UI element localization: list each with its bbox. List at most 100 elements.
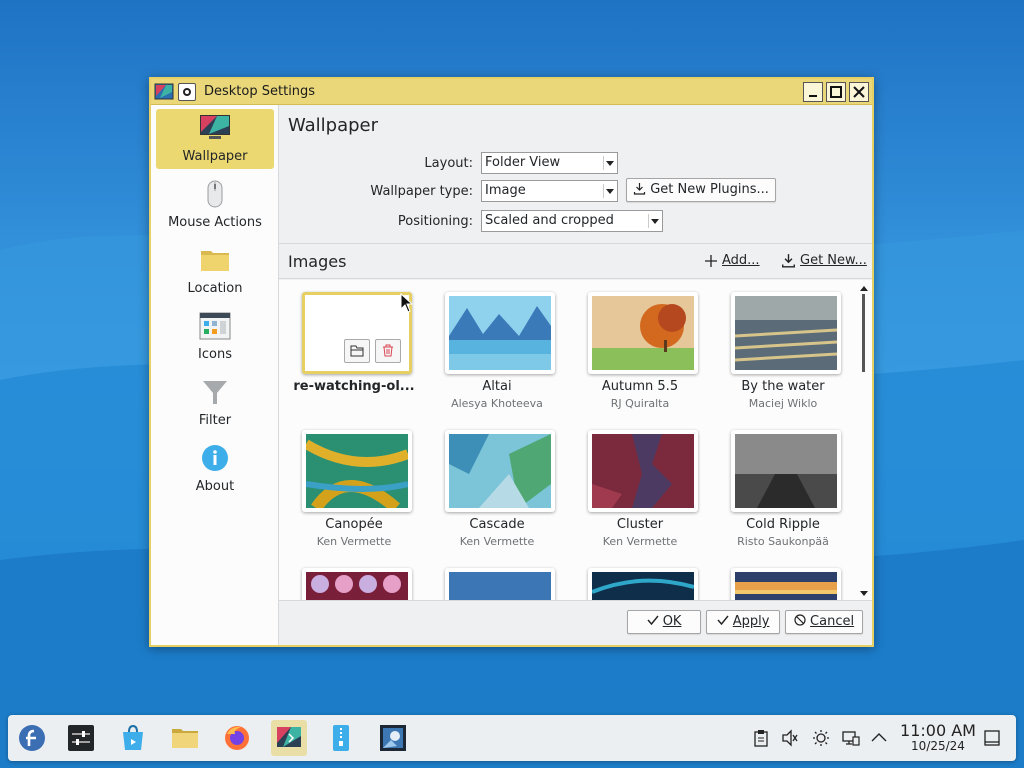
wallpaper-thumbnail[interactable] [731,568,841,600]
wallpaper-item[interactable] [432,564,562,600]
desktop-settings-window: Desktop Settings Wallpaper Mouse Actions… [149,77,874,647]
get-new-plugins-label: Get New Plugins... [650,182,769,197]
wallpaper-name: Cold Ripple [746,517,820,532]
sidebar-item-label: Icons [198,347,232,362]
checkmark-icon [717,615,729,626]
positioning-combo[interactable]: Scaled and cropped [481,210,663,232]
scroll-down-icon[interactable] [860,591,868,596]
chevron-down-icon [603,184,615,198]
folder-icon [201,251,229,271]
scroll-thumb[interactable] [862,294,865,372]
wallpaper-image [592,434,694,508]
wallpaper-item[interactable]: Cascade Ken Vermette [432,426,562,562]
clock-time[interactable]: 11:00 AM [898,721,978,740]
wallpaper-thumbnail[interactable] [731,430,841,512]
wallpaper-thumbnail[interactable] [588,292,698,374]
wallpaper-image [592,296,694,370]
network-icon[interactable] [842,729,860,747]
filter-icon [203,381,227,404]
sidebar-item-about[interactable]: About [156,439,274,499]
wallpaper-item[interactable] [575,564,705,600]
wallpaper-thumbnail[interactable] [445,430,555,512]
wallpaper-item[interactable]: Autumn 5.5 RJ Quiralta [575,288,705,424]
sidebar-item-label: Mouse Actions [168,215,262,230]
wallpaper-thumbnail[interactable] [731,292,841,374]
file-manager-icon[interactable] [167,720,203,756]
archive-icon[interactable] [323,720,359,756]
screenshot-icon[interactable] [375,720,411,756]
wallpaper-thumbnail[interactable] [445,292,555,374]
sidebar-item-filter[interactable]: Filter [156,373,274,433]
wallpaper-image [449,572,551,600]
wallpaper-thumbnail[interactable] [302,568,412,600]
wallpaper-thumbnail[interactable] [588,568,698,600]
dialog-footer: OK Apply Cancel [279,600,872,645]
maximize-button[interactable] [826,82,846,102]
wallpaper-grid: re-watching-ol... Altai Alesya Khoteeva [279,280,872,600]
wallpaper-thumbnail[interactable] [445,568,555,600]
wallpaper-type-value: Image [485,183,526,198]
tray-expand-icon[interactable] [870,729,888,747]
show-desktop-icon[interactable] [983,729,1001,747]
wallpaper-item[interactable]: Cold Ripple Risto Saukonpää [718,426,848,562]
pin-icon[interactable] [178,82,196,101]
wallpaper-author: Ken Vermette [602,535,678,548]
layout-combo[interactable]: Folder View [481,152,618,174]
cancel-button[interactable]: Cancel [785,610,863,634]
desktop-settings-icon[interactable] [271,720,307,756]
fedora-launcher-icon[interactable] [14,720,50,756]
sidebar-item-mouse-actions[interactable]: Mouse Actions [156,175,274,235]
minimize-button[interactable] [803,82,823,102]
wallpaper-author: Maciej Wiklo [748,397,818,410]
chevron-down-icon [603,156,615,170]
brightness-icon[interactable] [812,729,830,747]
grid-scrollbar[interactable] [857,280,872,600]
firefox-icon[interactable] [219,720,255,756]
get-new-wallpapers-button[interactable]: Get New... [781,253,867,268]
minimize-icon [809,95,817,97]
title-bar[interactable]: Desktop Settings [151,79,872,105]
clipboard-icon[interactable] [752,729,770,747]
wallpaper-item[interactable] [289,564,419,600]
wallpaper-type-combo[interactable]: Image [481,180,618,202]
wallpaper-image [449,434,551,508]
sidebar: Wallpaper Mouse Actions Location Icons F… [151,105,279,645]
apply-button[interactable]: Apply [706,610,780,634]
sidebar-item-location[interactable]: Location [156,241,274,301]
wallpaper-author: Ken Vermette [316,535,392,548]
sidebar-item-icons[interactable]: Icons [156,307,274,367]
layout-label: Layout: [424,156,473,171]
wallpaper-item[interactable]: Canopée Ken Vermette [289,426,419,562]
discover-icon[interactable] [115,720,151,756]
volume-muted-icon[interactable] [781,729,799,747]
get-new-plugins-button[interactable]: Get New Plugins... [626,178,776,202]
app-icon [154,83,174,99]
wallpaper-thumbnail[interactable] [302,430,412,512]
wallpaper-item[interactable]: Cluster Ken Vermette [575,426,705,562]
wallpaper-item[interactable]: By the water Maciej Wiklo [718,288,848,424]
mouse-icon [207,180,223,208]
wallpaper-thumbnail[interactable] [302,292,412,374]
plus-icon [705,254,717,267]
scroll-up-icon[interactable] [860,286,868,291]
apply-label: Apply [732,614,770,629]
open-folder-button[interactable] [344,339,370,363]
close-icon [853,86,865,98]
add-image-button[interactable]: Add... [704,253,760,268]
taskbar: 11:00 AM 10/25/24 [8,715,1016,761]
images-header: Images Add... Get New... [279,243,872,279]
ok-label: OK [662,614,682,629]
wallpaper-item[interactable]: Altai Alesya Khoteeva [432,288,562,424]
clock-date[interactable]: 10/25/24 [898,739,978,753]
window-title: Desktop Settings [204,84,316,99]
sidebar-item-wallpaper[interactable]: Wallpaper [156,109,274,169]
close-button[interactable] [849,82,869,102]
wallpaper-thumbnail[interactable] [588,430,698,512]
settings-icon[interactable] [63,720,99,756]
ok-button[interactable]: OK [627,610,701,634]
wallpaper-name: Canopée [325,517,383,532]
wallpaper-author: Alesya Khoteeva [451,397,543,410]
wallpaper-image [735,296,837,370]
delete-wallpaper-button[interactable] [375,339,401,363]
wallpaper-item[interactable] [718,564,848,600]
